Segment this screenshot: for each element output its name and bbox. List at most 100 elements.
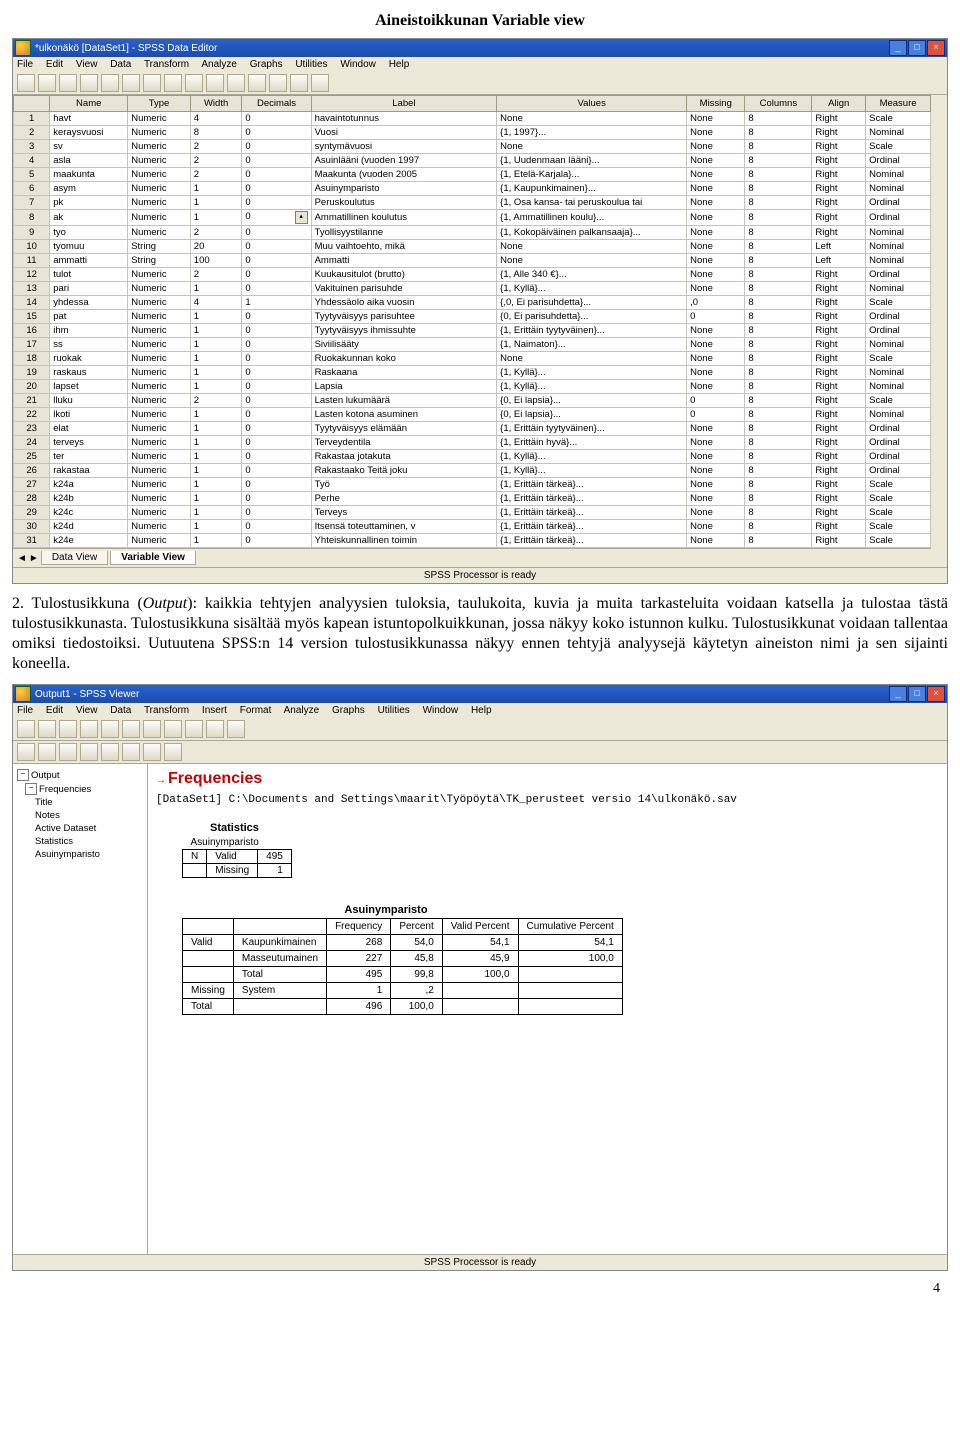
undo-icon[interactable] — [101, 74, 119, 92]
variable-row[interactable]: 15patNumeric10Tyytyväisyys parisuhtee{0,… — [14, 310, 931, 324]
column-header[interactable] — [14, 96, 50, 112]
menu-data[interactable]: Data — [110, 59, 131, 70]
hide-icon[interactable] — [122, 743, 140, 761]
scroll-right-icon[interactable]: ► — [29, 553, 39, 564]
designate-icon[interactable] — [206, 720, 224, 738]
maximize-icon[interactable]: □ — [908, 686, 926, 702]
variable-row[interactable]: 17ssNumeric10Siviilisääty{1, Naimaton}..… — [14, 338, 931, 352]
variable-row[interactable]: 12tulotNumeric20Kuukausitulot (brutto){1… — [14, 268, 931, 282]
minimize-icon[interactable]: _ — [889, 40, 907, 56]
show-icon[interactable] — [101, 743, 119, 761]
insert-text-icon[interactable] — [164, 743, 182, 761]
outline-pane[interactable]: −Output −Frequencies Title Notes Active … — [13, 764, 148, 1254]
collapse-icon[interactable]: − — [25, 783, 37, 795]
menu-analyze[interactable]: Analyze — [284, 705, 320, 716]
menu-format[interactable]: Format — [240, 705, 272, 716]
goto-icon[interactable] — [143, 74, 161, 92]
menu-file[interactable]: File — [17, 705, 33, 716]
variable-row[interactable]: 4aslaNumeric20Asuinlääni (vuoden 1997{1,… — [14, 154, 931, 168]
column-header[interactable]: Decimals — [242, 96, 311, 112]
editor-menubar[interactable]: File Edit View Data Transform Analyze Gr… — [13, 57, 947, 72]
menu-utilities[interactable]: Utilities — [295, 59, 327, 70]
menu-graphs[interactable]: Graphs — [332, 705, 365, 716]
print-icon[interactable] — [59, 74, 77, 92]
variable-row[interactable]: 24terveysNumeric10Terveydentila{1, Eritt… — [14, 436, 931, 450]
tree-title[interactable]: Title — [35, 797, 53, 808]
save-icon[interactable] — [38, 74, 56, 92]
menu-utilities[interactable]: Utilities — [378, 705, 410, 716]
menu-transform[interactable]: Transform — [144, 59, 189, 70]
weight-icon[interactable] — [248, 74, 266, 92]
menu-data[interactable]: Data — [110, 705, 131, 716]
tree-frequencies[interactable]: Frequencies — [39, 784, 91, 795]
variable-row[interactable]: 31k24eNumeric10Yhteiskunnallinen toimin{… — [14, 534, 931, 548]
select-last-icon[interactable] — [185, 720, 203, 738]
find-icon[interactable] — [164, 74, 182, 92]
variable-row[interactable]: 14yhdessaNumeric41Yhdessäolo aika vuosin… — [14, 296, 931, 310]
variable-row[interactable]: 29k24cNumeric10Terveys{1, Erittäin tärke… — [14, 506, 931, 520]
demote-icon[interactable] — [38, 743, 56, 761]
variable-row[interactable]: 20lapsetNumeric10Lapsia{1, Kyllä}...None… — [14, 380, 931, 394]
variable-row[interactable]: 10tyomuuString200Muu vaihtoehto, mikäNon… — [14, 240, 931, 254]
menu-window[interactable]: Window — [423, 705, 459, 716]
tab-variable-view[interactable]: Variable View — [110, 551, 196, 565]
dialog-icon[interactable] — [122, 720, 140, 738]
variable-row[interactable]: 3svNumeric20syntymävuosiNoneNone8RightSc… — [14, 140, 931, 154]
save-icon[interactable] — [38, 720, 56, 738]
column-header[interactable]: Values — [497, 96, 687, 112]
variable-row[interactable]: 21llukuNumeric20Lasten lukumäärä{0, Ei l… — [14, 394, 931, 408]
collapse-icon[interactable] — [80, 743, 98, 761]
goto-icon[interactable] — [164, 720, 182, 738]
menu-view[interactable]: View — [76, 59, 98, 70]
variable-row[interactable]: 28k24bNumeric10Perhe{1, Erittäin tärkeä}… — [14, 492, 931, 506]
menu-edit[interactable]: Edit — [46, 705, 63, 716]
value-labels-icon[interactable] — [290, 74, 308, 92]
variable-row[interactable]: 2keraysvuosiNumeric80Vuosi{1, 1997}...No… — [14, 126, 931, 140]
variable-row[interactable]: 19raskausNumeric10Raskaana{1, Kyllä}...N… — [14, 366, 931, 380]
expand-icon[interactable] — [59, 743, 77, 761]
variable-row[interactable]: 23elatNumeric10Tyytyväisyys elämään{1, E… — [14, 422, 931, 436]
close-icon[interactable]: × — [927, 40, 945, 56]
tree-notes[interactable]: Notes — [35, 810, 60, 821]
dialog-icon[interactable] — [80, 74, 98, 92]
collapse-icon[interactable]: − — [17, 769, 29, 781]
variable-row[interactable]: 5maakuntaNumeric20Maakunta (vuoden 2005{… — [14, 168, 931, 182]
insert-var-icon[interactable] — [206, 74, 224, 92]
promote-icon[interactable] — [17, 743, 35, 761]
variable-row[interactable]: 30k24dNumeric10Itsensä toteuttaminen, v{… — [14, 520, 931, 534]
variable-row[interactable]: 18ruokakNumeric10Ruokakunnan kokoNoneNon… — [14, 352, 931, 366]
redo-icon[interactable] — [122, 74, 140, 92]
tree-asuinymparisto[interactable]: Asuinymparisto — [35, 849, 100, 860]
open-icon[interactable] — [17, 74, 35, 92]
menu-insert[interactable]: Insert — [202, 705, 227, 716]
menu-analyze[interactable]: Analyze — [201, 59, 237, 70]
tab-data-view[interactable]: Data View — [41, 551, 108, 565]
variable-row[interactable]: 13pariNumeric10Vakituinen parisuhde{1, K… — [14, 282, 931, 296]
variable-row[interactable]: 6asymNumeric10Asuinymparisto{1, Kaupunki… — [14, 182, 931, 196]
tree-active-dataset[interactable]: Active Dataset — [35, 823, 96, 834]
scroll-left-icon[interactable]: ◄ — [17, 553, 27, 564]
variable-row[interactable]: 27k24aNumeric10Työ{1, Erittäin tärkeä}..… — [14, 478, 931, 492]
open-icon[interactable] — [17, 720, 35, 738]
menu-window[interactable]: Window — [340, 59, 376, 70]
variable-view-grid[interactable]: NameTypeWidthDecimalsLabelValuesMissingC… — [13, 95, 931, 548]
menu-graphs[interactable]: Graphs — [250, 59, 283, 70]
variable-row[interactable]: 8akNumeric10▴Ammatillinen koulutus{1, Am… — [14, 210, 931, 226]
select-icon[interactable] — [269, 74, 287, 92]
variables-icon[interactable] — [311, 74, 329, 92]
menu-transform[interactable]: Transform — [144, 705, 189, 716]
tree-statistics[interactable]: Statistics — [35, 836, 73, 847]
run-icon[interactable] — [227, 720, 245, 738]
column-header[interactable]: Type — [128, 96, 191, 112]
variable-row[interactable]: 25terNumeric10Rakastaa jotakuta{1, Kyllä… — [14, 450, 931, 464]
column-header[interactable]: Width — [190, 96, 242, 112]
insert-heading-icon[interactable] — [143, 743, 161, 761]
menu-help[interactable]: Help — [471, 705, 492, 716]
column-header[interactable]: Align — [812, 96, 866, 112]
preview-icon[interactable] — [80, 720, 98, 738]
tree-output[interactable]: Output — [31, 770, 60, 781]
viewer-menubar[interactable]: File Edit View Data Transform Insert For… — [13, 703, 947, 718]
variable-row[interactable]: 1havtNumeric40havaintotunnusNoneNone8Rig… — [14, 112, 931, 126]
output-pane[interactable]: →Frequencies [DataSet1] C:\Documents and… — [148, 764, 947, 1254]
column-header[interactable]: Measure — [866, 96, 931, 112]
